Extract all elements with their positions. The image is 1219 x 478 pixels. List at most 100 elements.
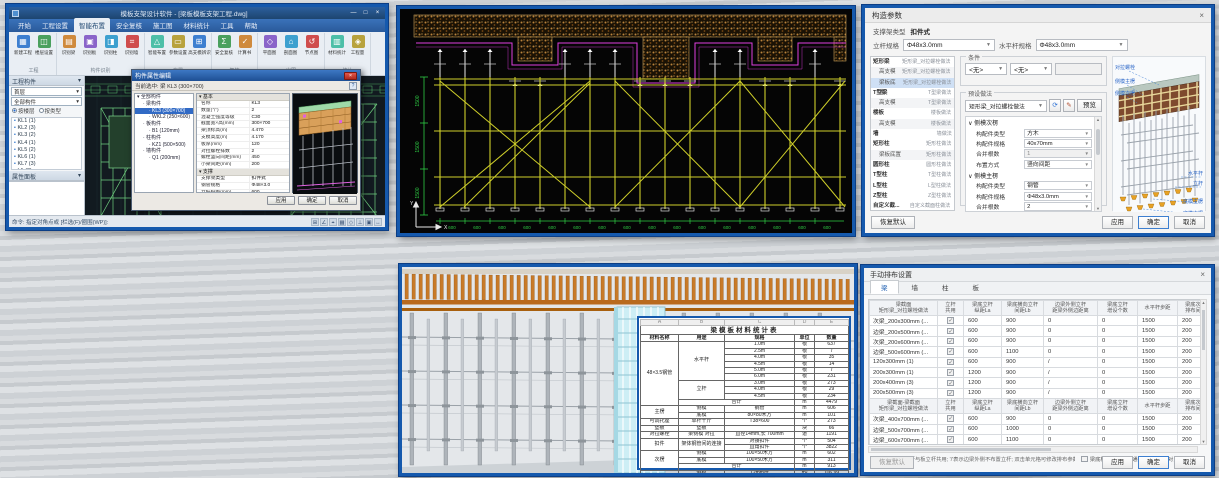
- floor-select[interactable]: 首层▾: [11, 87, 82, 96]
- arrange-tab-2[interactable]: 柱: [931, 280, 960, 294]
- row-checkbox[interactable]: ✓: [947, 359, 954, 366]
- tree-item-6[interactable]: ▪ KL7 (3): [12, 161, 81, 168]
- help-icon[interactable]: ?: [349, 82, 357, 90]
- radio-by-floor[interactable]: 按楼层: [12, 107, 35, 115]
- dialog-prop-row-0-3[interactable]: 截面宽×高(mm)300×700: [197, 121, 289, 128]
- dialog-prop-row-0-7[interactable]: 对拉螺栓排数2: [197, 149, 289, 156]
- arrange-ok-button[interactable]: 确定: [1138, 456, 1169, 469]
- param-prop-row-1-0[interactable]: 构配件类型钢管▼: [966, 181, 1101, 191]
- menu-tab-3[interactable]: 安全复核: [111, 18, 147, 32]
- arrange-row-1-6[interactable]: 200x400mm (3)✓1200900/015002002: [870, 378, 1208, 388]
- ribbon-btn-0-1[interactable]: ◫楼层设置: [34, 34, 54, 66]
- restore-default-button[interactable]: 恢复默认: [871, 216, 915, 229]
- arrange-row-1-4[interactable]: 120x300mm (1)✓600900/015002002: [870, 357, 1208, 367]
- status-icon-0[interactable]: ⊞: [311, 218, 319, 226]
- dialog-3d-preview[interactable]: [292, 93, 358, 193]
- method-list-item-9[interactable]: 梁板底置矩形柱做法: [871, 150, 954, 160]
- dialog-tree-item-2[interactable]: · KL3 (300×700): [135, 108, 193, 115]
- condition-value-field[interactable]: [1055, 63, 1102, 75]
- dialog-tree-item-6[interactable]: · 柱构件: [135, 135, 193, 142]
- param-prop-row-1-2[interactable]: 合并根数2▼: [966, 201, 1101, 211]
- arrange-tab-1[interactable]: 墙: [901, 280, 930, 294]
- ribbon-btn-4-11[interactable]: ◇平面图: [260, 34, 280, 66]
- dialog-prop-row-0-2[interactable]: 混凝土强度等级C30: [197, 115, 289, 122]
- row-checkbox[interactable]: ✓: [947, 369, 954, 376]
- ribbon-btn-4-13[interactable]: ↺节点图: [302, 34, 322, 66]
- preview-button[interactable]: 预览: [1077, 99, 1102, 112]
- status-icon-2[interactable]: ⌖: [329, 218, 337, 226]
- menu-tab-7[interactable]: 帮助: [240, 18, 263, 32]
- dialog-tree-item-0[interactable]: ▾ 全部构件: [135, 94, 193, 101]
- minimize-button[interactable]: —: [349, 10, 358, 16]
- param-prop-row-0-0[interactable]: 构配件类型方木▼: [966, 128, 1101, 138]
- prop-scrollbar[interactable]: ▲▼: [1094, 117, 1101, 211]
- condition-select-1[interactable]: <无>▼: [965, 63, 1007, 75]
- ribbon-btn-1-5[interactable]: ⌗识别墙: [122, 34, 142, 66]
- arrange-cancel-button[interactable]: 取消: [1174, 456, 1205, 469]
- tree-item-1[interactable]: ▪ KL2 (3): [12, 125, 81, 132]
- ribbon-btn-2-7[interactable]: ▭参数设置: [168, 34, 188, 66]
- ribbon-btn-3-9[interactable]: Σ安全复核: [214, 34, 234, 66]
- dialog-close-button[interactable]: ×: [344, 72, 357, 80]
- row-checkbox[interactable]: ✓: [947, 317, 954, 324]
- arrange-tab-0[interactable]: 梁: [870, 280, 899, 294]
- ribbon-btn-5-14[interactable]: ▥材料统计: [327, 34, 347, 66]
- arrange-row-2-0[interactable]: 次梁_400x700mm (...✓6009000015002002: [870, 414, 1208, 424]
- param-prop-row-0-2[interactable]: 合并根数1▼: [966, 149, 1101, 159]
- arrange-apply-button[interactable]: 应用: [1102, 456, 1133, 469]
- arrange-vscrollbar[interactable]: ▲▼: [1200, 299, 1207, 445]
- condition-select-2[interactable]: <无>▼: [1010, 63, 1052, 75]
- dialog-prop-row-0-4[interactable]: 梁顶标高(m)4.470: [197, 128, 289, 135]
- tree-item-0[interactable]: ▪ KL1 (1): [12, 118, 81, 125]
- dialog-button-0[interactable]: 应用: [267, 196, 295, 205]
- dialog-prop-row-0-1[interactable]: 数量(个)2: [197, 108, 289, 115]
- arrange-row-1-7[interactable]: 200x500mm (3)✓1200900/015002002: [870, 388, 1208, 398]
- arrange-row-2-1[interactable]: 边梁_500x700mm (...✓60010000015002002: [870, 424, 1208, 434]
- dialog-button-1[interactable]: 确定: [298, 196, 326, 205]
- arrange-row-1-0[interactable]: 次梁_200x300mm (...✓6009000015002002: [870, 316, 1208, 326]
- arrange-row-2-2[interactable]: 边梁_600x700mm (...✓60011000015002002: [870, 434, 1208, 444]
- method-list-item-2[interactable]: 梁板底置矩形梁_对拉螺栓做法: [871, 78, 954, 88]
- dialog-prop-row-0-9[interactable]: 小梁间距(mm)200: [197, 162, 289, 169]
- row-checkbox[interactable]: ✓: [947, 436, 954, 443]
- menu-tab-2[interactable]: 智能布置: [74, 18, 110, 32]
- pole-spec-select[interactable]: Φ48x3.0mm▼: [903, 39, 995, 51]
- method-list-item-3[interactable]: T型梁T型梁做法: [871, 88, 954, 98]
- tree-item-2[interactable]: ▪ KL3 (2): [12, 132, 81, 139]
- status-icon-4[interactable]: ◇: [347, 218, 355, 226]
- param-prop-row-0-1[interactable]: 构配件规格40x70mm▼: [966, 138, 1101, 148]
- menu-tab-4[interactable]: 施工图: [148, 18, 178, 32]
- cad-elevation-panel[interactable]: 1500150015006006006006006006006006006006…: [397, 6, 855, 236]
- arrange-row-1-3[interactable]: 边梁_500x600mm (...✓60011000015002002: [870, 347, 1208, 357]
- refresh-icon[interactable]: ⟳: [1049, 99, 1061, 112]
- collapse-icon[interactable]: ▾: [78, 77, 81, 84]
- method-list-item-4[interactable]: 高支模T型梁做法: [871, 98, 954, 108]
- component-filter-select[interactable]: 全部构件▾: [11, 97, 82, 106]
- row-checkbox[interactable]: ✓: [947, 390, 954, 397]
- method-list-item-5[interactable]: 楼板楼板做法: [871, 108, 954, 118]
- menu-tab-5[interactable]: 材料统计: [179, 18, 215, 32]
- menu-tab-6[interactable]: 工具: [216, 18, 239, 32]
- method-list-item-1[interactable]: 高支模矩形梁_对拉螺栓做法: [871, 67, 954, 77]
- menu-tab-1[interactable]: 工程设置: [37, 18, 73, 32]
- ribbon-btn-1-3[interactable]: ▣识别板: [80, 34, 100, 66]
- close-button[interactable]: ×: [373, 10, 382, 16]
- tree-item-3[interactable]: ▪ KL4 (1): [12, 140, 81, 147]
- dialog-prop-row-0-0[interactable]: 名称KL3: [197, 101, 289, 108]
- dialog-tree-item-1[interactable]: · 梁构件: [135, 101, 193, 108]
- param-prop-row-0-3[interactable]: 布置方式竖向间距▼: [966, 159, 1101, 169]
- row-checkbox[interactable]: ✓: [947, 380, 954, 387]
- method-list-item-14[interactable]: 自定义截...自定义截面柱做法: [871, 201, 954, 211]
- apply-button[interactable]: 应用: [1102, 216, 1133, 229]
- ribbon-btn-5-15[interactable]: ◈工程量: [348, 34, 368, 66]
- status-icon-7[interactable]: ↔: [374, 218, 382, 226]
- collapse-icon-2[interactable]: ▾: [78, 172, 81, 179]
- row-checkbox[interactable]: ✓: [947, 328, 954, 335]
- arrange-row-1-1[interactable]: 边梁_200x500mm (...✓6009000015002002: [870, 326, 1208, 336]
- status-icon-3[interactable]: ▦: [338, 218, 346, 226]
- dialog-prop-row-0-6[interactable]: 板厚(mm)120: [197, 142, 289, 149]
- dialog-tree-item-5[interactable]: · B1 (120mm): [135, 128, 193, 135]
- edit-icon[interactable]: ✎: [1063, 99, 1075, 112]
- method-list-item-11[interactable]: T型柱T型柱做法: [871, 170, 954, 180]
- method-list-item-10[interactable]: 圆形柱圆形柱做法: [871, 160, 954, 170]
